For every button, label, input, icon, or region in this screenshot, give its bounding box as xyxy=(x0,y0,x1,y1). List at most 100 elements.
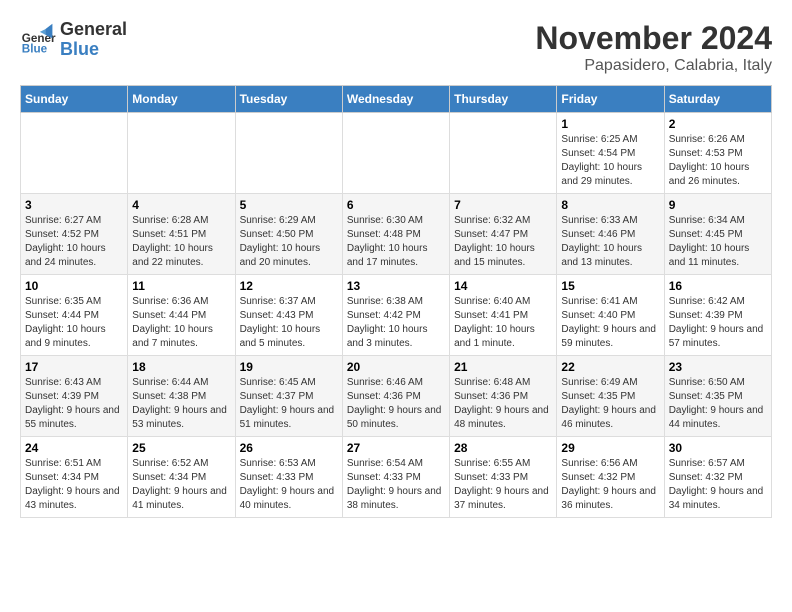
day-number: 15 xyxy=(561,279,659,293)
day-cell: 12 Sunrise: 6:37 AM Sunset: 4:43 PM Dayli… xyxy=(235,275,342,356)
day-cell: 3 Sunrise: 6:27 AM Sunset: 4:52 PM Daylig… xyxy=(21,194,128,275)
day-info: Sunrise: 6:51 AM Sunset: 4:34 PM Dayligh… xyxy=(25,457,123,513)
calendar: SundayMondayTuesdayWednesdayThursdayFrid… xyxy=(20,85,772,518)
day-cell: 15 Sunrise: 6:41 AM Sunset: 4:40 PM Dayli… xyxy=(557,275,664,356)
header-cell-wednesday: Wednesday xyxy=(342,86,449,113)
day-number: 10 xyxy=(25,279,123,293)
day-cell: 21Sunrise: 6:48 AM Sunset: 4:36 PM Dayli… xyxy=(450,356,557,437)
month-title: November 2024 xyxy=(535,20,772,57)
svg-text:Blue: Blue xyxy=(22,42,48,55)
day-cell: 14 Sunrise: 6:40 AM Sunset: 4:41 PM Dayli… xyxy=(450,275,557,356)
week-row-2: 3 Sunrise: 6:27 AM Sunset: 4:52 PM Daylig… xyxy=(21,194,772,275)
day-cell: 9 Sunrise: 6:34 AM Sunset: 4:45 PM Daylig… xyxy=(664,194,771,275)
day-info: Sunrise: 6:56 AM Sunset: 4:32 PM Dayligh… xyxy=(561,457,659,513)
day-info: Sunrise: 6:30 AM Sunset: 4:48 PM Dayligh… xyxy=(347,214,445,270)
day-number: 16 xyxy=(669,279,767,293)
logo: General Blue General Blue xyxy=(20,20,127,60)
day-cell: 4 Sunrise: 6:28 AM Sunset: 4:51 PM Daylig… xyxy=(128,194,235,275)
day-number: 19 xyxy=(240,360,338,374)
day-number: 27 xyxy=(347,441,445,455)
header-cell-tuesday: Tuesday xyxy=(235,86,342,113)
day-info: Sunrise: 6:36 AM Sunset: 4:44 PM Dayligh… xyxy=(132,295,230,351)
week-row-4: 17Sunrise: 6:43 AM Sunset: 4:39 PM Dayli… xyxy=(21,356,772,437)
day-number: 29 xyxy=(561,441,659,455)
logo-general: General xyxy=(60,19,127,39)
day-cell: 11 Sunrise: 6:36 AM Sunset: 4:44 PM Dayli… xyxy=(128,275,235,356)
day-number: 2 xyxy=(669,117,767,131)
day-info: Sunrise: 6:33 AM Sunset: 4:46 PM Dayligh… xyxy=(561,214,659,270)
header-cell-monday: Monday xyxy=(128,86,235,113)
calendar-header: SundayMondayTuesdayWednesdayThursdayFrid… xyxy=(21,86,772,113)
header-cell-sunday: Sunday xyxy=(21,86,128,113)
calendar-body: 1Sunrise: 6:25 AM Sunset: 4:54 PM Daylig… xyxy=(21,113,772,518)
day-cell xyxy=(21,113,128,194)
day-cell: 8Sunrise: 6:33 AM Sunset: 4:46 PM Daylig… xyxy=(557,194,664,275)
day-cell: 25Sunrise: 6:52 AM Sunset: 4:34 PM Dayli… xyxy=(128,437,235,518)
day-number: 26 xyxy=(240,441,338,455)
day-info: Sunrise: 6:53 AM Sunset: 4:33 PM Dayligh… xyxy=(240,457,338,513)
day-number: 13 xyxy=(347,279,445,293)
day-cell: 30Sunrise: 6:57 AM Sunset: 4:32 PM Dayli… xyxy=(664,437,771,518)
day-cell: 27Sunrise: 6:54 AM Sunset: 4:33 PM Dayli… xyxy=(342,437,449,518)
day-number: 23 xyxy=(669,360,767,374)
day-number: 4 xyxy=(132,198,230,212)
location: Papasidero, Calabria, Italy xyxy=(535,57,772,75)
day-info: Sunrise: 6:43 AM Sunset: 4:39 PM Dayligh… xyxy=(25,376,123,432)
day-info: Sunrise: 6:29 AM Sunset: 4:50 PM Dayligh… xyxy=(240,214,338,270)
day-info: Sunrise: 6:45 AM Sunset: 4:37 PM Dayligh… xyxy=(240,376,338,432)
day-number: 11 xyxy=(132,279,230,293)
day-number: 9 xyxy=(669,198,767,212)
day-info: Sunrise: 6:50 AM Sunset: 4:35 PM Dayligh… xyxy=(669,376,767,432)
day-number: 1 xyxy=(561,117,659,131)
day-info: Sunrise: 6:26 AM Sunset: 4:53 PM Dayligh… xyxy=(669,133,767,189)
day-cell xyxy=(450,113,557,194)
day-info: Sunrise: 6:27 AM Sunset: 4:52 PM Dayligh… xyxy=(25,214,123,270)
day-info: Sunrise: 6:32 AM Sunset: 4:47 PM Dayligh… xyxy=(454,214,552,270)
week-row-3: 10 Sunrise: 6:35 AM Sunset: 4:44 PM Dayli… xyxy=(21,275,772,356)
day-cell xyxy=(342,113,449,194)
header-cell-saturday: Saturday xyxy=(664,86,771,113)
day-info: Sunrise: 6:35 AM Sunset: 4:44 PM Dayligh… xyxy=(25,295,123,351)
title-area: November 2024 Papasidero, Calabria, Ital… xyxy=(535,20,772,75)
day-cell: 16Sunrise: 6:42 AM Sunset: 4:39 PM Dayli… xyxy=(664,275,771,356)
day-number: 28 xyxy=(454,441,552,455)
day-number: 18 xyxy=(132,360,230,374)
day-cell: 7 Sunrise: 6:32 AM Sunset: 4:47 PM Daylig… xyxy=(450,194,557,275)
logo-wordmark: General Blue xyxy=(60,20,127,60)
day-cell: 5 Sunrise: 6:29 AM Sunset: 4:50 PM Daylig… xyxy=(235,194,342,275)
day-info: Sunrise: 6:49 AM Sunset: 4:35 PM Dayligh… xyxy=(561,376,659,432)
day-cell: 26 Sunrise: 6:53 AM Sunset: 4:33 PM Dayli… xyxy=(235,437,342,518)
day-cell: 20 Sunrise: 6:46 AM Sunset: 4:36 PM Dayli… xyxy=(342,356,449,437)
day-cell: 24 Sunrise: 6:51 AM Sunset: 4:34 PM Dayli… xyxy=(21,437,128,518)
day-number: 14 xyxy=(454,279,552,293)
day-number: 24 xyxy=(25,441,123,455)
day-number: 21 xyxy=(454,360,552,374)
day-number: 5 xyxy=(240,198,338,212)
day-info: Sunrise: 6:37 AM Sunset: 4:43 PM Dayligh… xyxy=(240,295,338,351)
day-number: 12 xyxy=(240,279,338,293)
day-info: Sunrise: 6:38 AM Sunset: 4:42 PM Dayligh… xyxy=(347,295,445,351)
day-cell: 22Sunrise: 6:49 AM Sunset: 4:35 PM Dayli… xyxy=(557,356,664,437)
day-cell: 1Sunrise: 6:25 AM Sunset: 4:54 PM Daylig… xyxy=(557,113,664,194)
day-info: Sunrise: 6:57 AM Sunset: 4:32 PM Dayligh… xyxy=(669,457,767,513)
day-cell: 2 Sunrise: 6:26 AM Sunset: 4:53 PM Daylig… xyxy=(664,113,771,194)
week-row-5: 24 Sunrise: 6:51 AM Sunset: 4:34 PM Dayli… xyxy=(21,437,772,518)
day-info: Sunrise: 6:40 AM Sunset: 4:41 PM Dayligh… xyxy=(454,295,552,351)
day-number: 20 xyxy=(347,360,445,374)
day-cell: 18Sunrise: 6:44 AM Sunset: 4:38 PM Dayli… xyxy=(128,356,235,437)
day-info: Sunrise: 6:28 AM Sunset: 4:51 PM Dayligh… xyxy=(132,214,230,270)
day-info: Sunrise: 6:52 AM Sunset: 4:34 PM Dayligh… xyxy=(132,457,230,513)
day-cell: 13 Sunrise: 6:38 AM Sunset: 4:42 PM Dayli… xyxy=(342,275,449,356)
header-row: SundayMondayTuesdayWednesdayThursdayFrid… xyxy=(21,86,772,113)
day-cell: 17Sunrise: 6:43 AM Sunset: 4:39 PM Dayli… xyxy=(21,356,128,437)
header: General Blue General Blue November 2024 … xyxy=(20,20,772,75)
day-number: 7 xyxy=(454,198,552,212)
day-number: 3 xyxy=(25,198,123,212)
day-info: Sunrise: 6:41 AM Sunset: 4:40 PM Dayligh… xyxy=(561,295,659,351)
day-cell: 29 Sunrise: 6:56 AM Sunset: 4:32 PM Dayli… xyxy=(557,437,664,518)
day-info: Sunrise: 6:34 AM Sunset: 4:45 PM Dayligh… xyxy=(669,214,767,270)
logo-blue: Blue xyxy=(60,39,99,59)
day-cell: 10 Sunrise: 6:35 AM Sunset: 4:44 PM Dayli… xyxy=(21,275,128,356)
day-info: Sunrise: 6:46 AM Sunset: 4:36 PM Dayligh… xyxy=(347,376,445,432)
week-row-1: 1Sunrise: 6:25 AM Sunset: 4:54 PM Daylig… xyxy=(21,113,772,194)
